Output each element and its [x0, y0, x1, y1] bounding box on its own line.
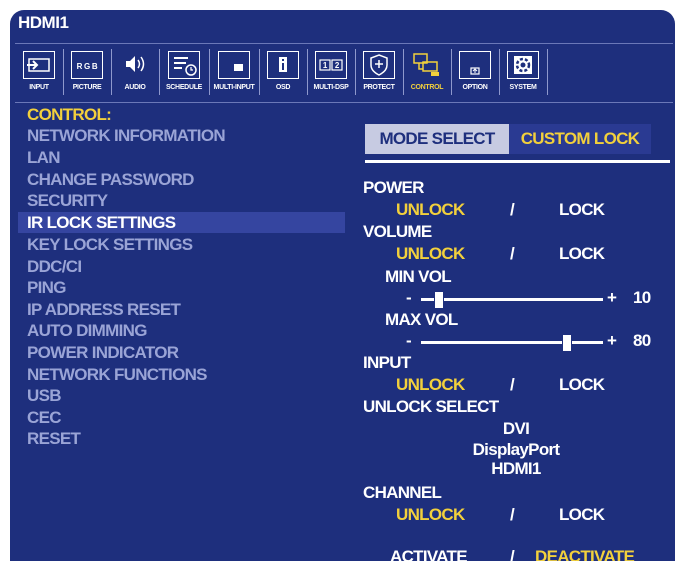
menu-header: CONTROL: — [27, 105, 112, 124]
menu-item-power-indicator[interactable]: POWER INDICATOR — [27, 343, 179, 363]
max-vol-slider[interactable] — [421, 341, 603, 344]
tab-picture-label: PICTURE — [72, 84, 102, 91]
picture-icon: R G B — [71, 51, 103, 79]
tab-osd[interactable]: OSD — [261, 49, 305, 95]
menu-item-lan[interactable]: LAN — [27, 148, 61, 168]
tab-input-label: INPUT — [29, 84, 49, 91]
min-vol-label: MIN VOL — [385, 267, 452, 286]
input-label: INPUT — [363, 353, 411, 372]
tab-control[interactable]: CONTROL — [405, 49, 449, 95]
max-vol-minus[interactable]: - — [406, 331, 412, 351]
system-icon — [507, 51, 539, 79]
menu-item-change-password[interactable]: CHANGE PASSWORD — [27, 170, 194, 190]
svg-text:R G B: R G B — [77, 62, 98, 71]
channel-label: CHANNEL — [363, 483, 442, 502]
menu-item-ddc-ci[interactable]: DDC/CI — [27, 257, 82, 277]
max-vol-value: 80 — [633, 331, 651, 350]
menu-item-reset[interactable]: RESET — [27, 429, 81, 449]
tab-audio[interactable]: AUDIO — [113, 49, 157, 95]
max-vol-slider-handle[interactable] — [561, 334, 572, 352]
deactivate-button[interactable]: DEACTIVATE — [535, 547, 635, 561]
tab-input[interactable]: INPUT — [17, 49, 61, 95]
input-lock-option[interactable]: LOCK — [559, 375, 605, 395]
input-slash: / — [510, 375, 515, 394]
audio-icon — [119, 51, 151, 79]
menu-item-cec[interactable]: CEC — [27, 408, 61, 428]
window-title: HDMI1 — [18, 13, 69, 32]
max-vol-plus[interactable]: + — [607, 331, 617, 351]
tab-osd-label: OSD — [275, 84, 291, 91]
ir-lock-panel: MODE SELECT CUSTOM LOCK POWER UNLOCK / L… — [355, 105, 675, 561]
icon-bar: INPUT R G B PICTURE AUDIO SCHEDULE MULTI… — [15, 43, 673, 103]
channel-lock-option[interactable]: LOCK — [559, 505, 605, 525]
channel-unlock-option[interactable]: UNLOCK — [396, 505, 465, 525]
menu-item-network-information[interactable]: NETWORK INFORMATION — [27, 126, 226, 146]
min-vol-minus[interactable]: - — [406, 288, 412, 308]
mode-select-value[interactable]: CUSTOM LOCK — [509, 124, 651, 154]
unlock-select-option-hdmi1[interactable]: HDMI1 — [355, 459, 675, 479]
menu-item-security[interactable]: SECURITY — [27, 191, 108, 211]
activate-button[interactable]: ACTIVATE — [390, 547, 468, 561]
menu-item-ir-lock-settings[interactable]: IR LOCK SETTINGS — [27, 213, 176, 233]
channel-slash: / — [510, 505, 515, 524]
schedule-icon — [168, 51, 200, 79]
unlock-select-label: UNLOCK SELECT — [363, 397, 499, 416]
shield-icon — [363, 51, 395, 79]
tab-system[interactable]: SYSTEM — [501, 49, 545, 95]
tab-multi-dsp[interactable]: 12 MULTI-DSP — [309, 49, 353, 95]
power-unlock-option[interactable]: UNLOCK — [396, 200, 465, 220]
unlock-select-option-displayport[interactable]: DisplayPort — [355, 440, 675, 460]
multi-dsp-icon: 12 — [315, 51, 347, 79]
input-unlock-option[interactable]: UNLOCK — [396, 375, 465, 395]
volume-lock-option[interactable]: LOCK — [559, 244, 605, 264]
volume-slash: / — [510, 244, 515, 263]
osd-icon — [267, 51, 299, 79]
menu-item-network-functions[interactable]: NETWORK FUNCTIONS — [27, 365, 208, 385]
input-icon — [23, 51, 55, 79]
power-lock-option[interactable]: LOCK — [559, 200, 605, 220]
tab-schedule[interactable]: SCHEDULE — [161, 49, 207, 95]
volume-unlock-option[interactable]: UNLOCK — [396, 244, 465, 264]
tab-system-label: SYSTEM — [509, 84, 537, 91]
tab-control-label: CONTROL — [410, 84, 444, 91]
svg-text:1: 1 — [323, 61, 328, 70]
menu-item-key-lock-settings[interactable]: KEY LOCK SETTINGS — [27, 235, 193, 255]
tab-option-label: OPTION — [462, 84, 488, 91]
max-vol-label: MAX VOL — [385, 310, 458, 329]
tab-multi-dsp-label: MULTI-DSP — [313, 84, 349, 91]
min-vol-slider[interactable] — [421, 298, 603, 301]
tab-audio-label: AUDIO — [124, 84, 146, 91]
menu-item-usb[interactable]: USB — [27, 386, 61, 406]
multi-input-icon — [218, 51, 250, 79]
power-label: POWER — [363, 178, 424, 197]
menu-item-auto-dimming[interactable]: AUTO DIMMING — [27, 321, 147, 341]
osd-window: HDMI1 INPUT R G B PICTURE AUDIO SCHEDULE… — [10, 10, 675, 561]
menu-item-ping[interactable]: PING — [27, 278, 66, 298]
power-slash: / — [510, 200, 515, 219]
divider — [365, 160, 670, 163]
tab-protect[interactable]: PROTECT — [357, 49, 401, 95]
min-vol-slider-handle[interactable] — [434, 291, 445, 309]
unlock-select-option-dvi[interactable]: DVI — [355, 419, 675, 439]
activate-slash: / — [510, 547, 515, 561]
mode-select-label: MODE SELECT — [365, 124, 509, 154]
option-icon — [459, 51, 491, 79]
tab-protect-label: PROTECT — [363, 84, 395, 91]
volume-label: VOLUME — [363, 222, 432, 241]
tab-multi-input-label: MULTI-INPUT — [213, 84, 255, 91]
tab-schedule-label: SCHEDULE — [165, 84, 203, 91]
control-icon — [411, 51, 443, 79]
tab-picture[interactable]: R G B PICTURE — [65, 49, 109, 95]
tab-multi-input[interactable]: MULTI-INPUT — [211, 49, 257, 95]
menu-item-ip-address-reset[interactable]: IP ADDRESS RESET — [27, 300, 181, 320]
mode-select[interactable]: MODE SELECT CUSTOM LOCK — [365, 124, 651, 154]
min-vol-plus[interactable]: + — [607, 288, 617, 308]
svg-text:2: 2 — [335, 61, 340, 70]
tab-option[interactable]: OPTION — [453, 49, 497, 95]
min-vol-value: 10 — [633, 288, 651, 307]
